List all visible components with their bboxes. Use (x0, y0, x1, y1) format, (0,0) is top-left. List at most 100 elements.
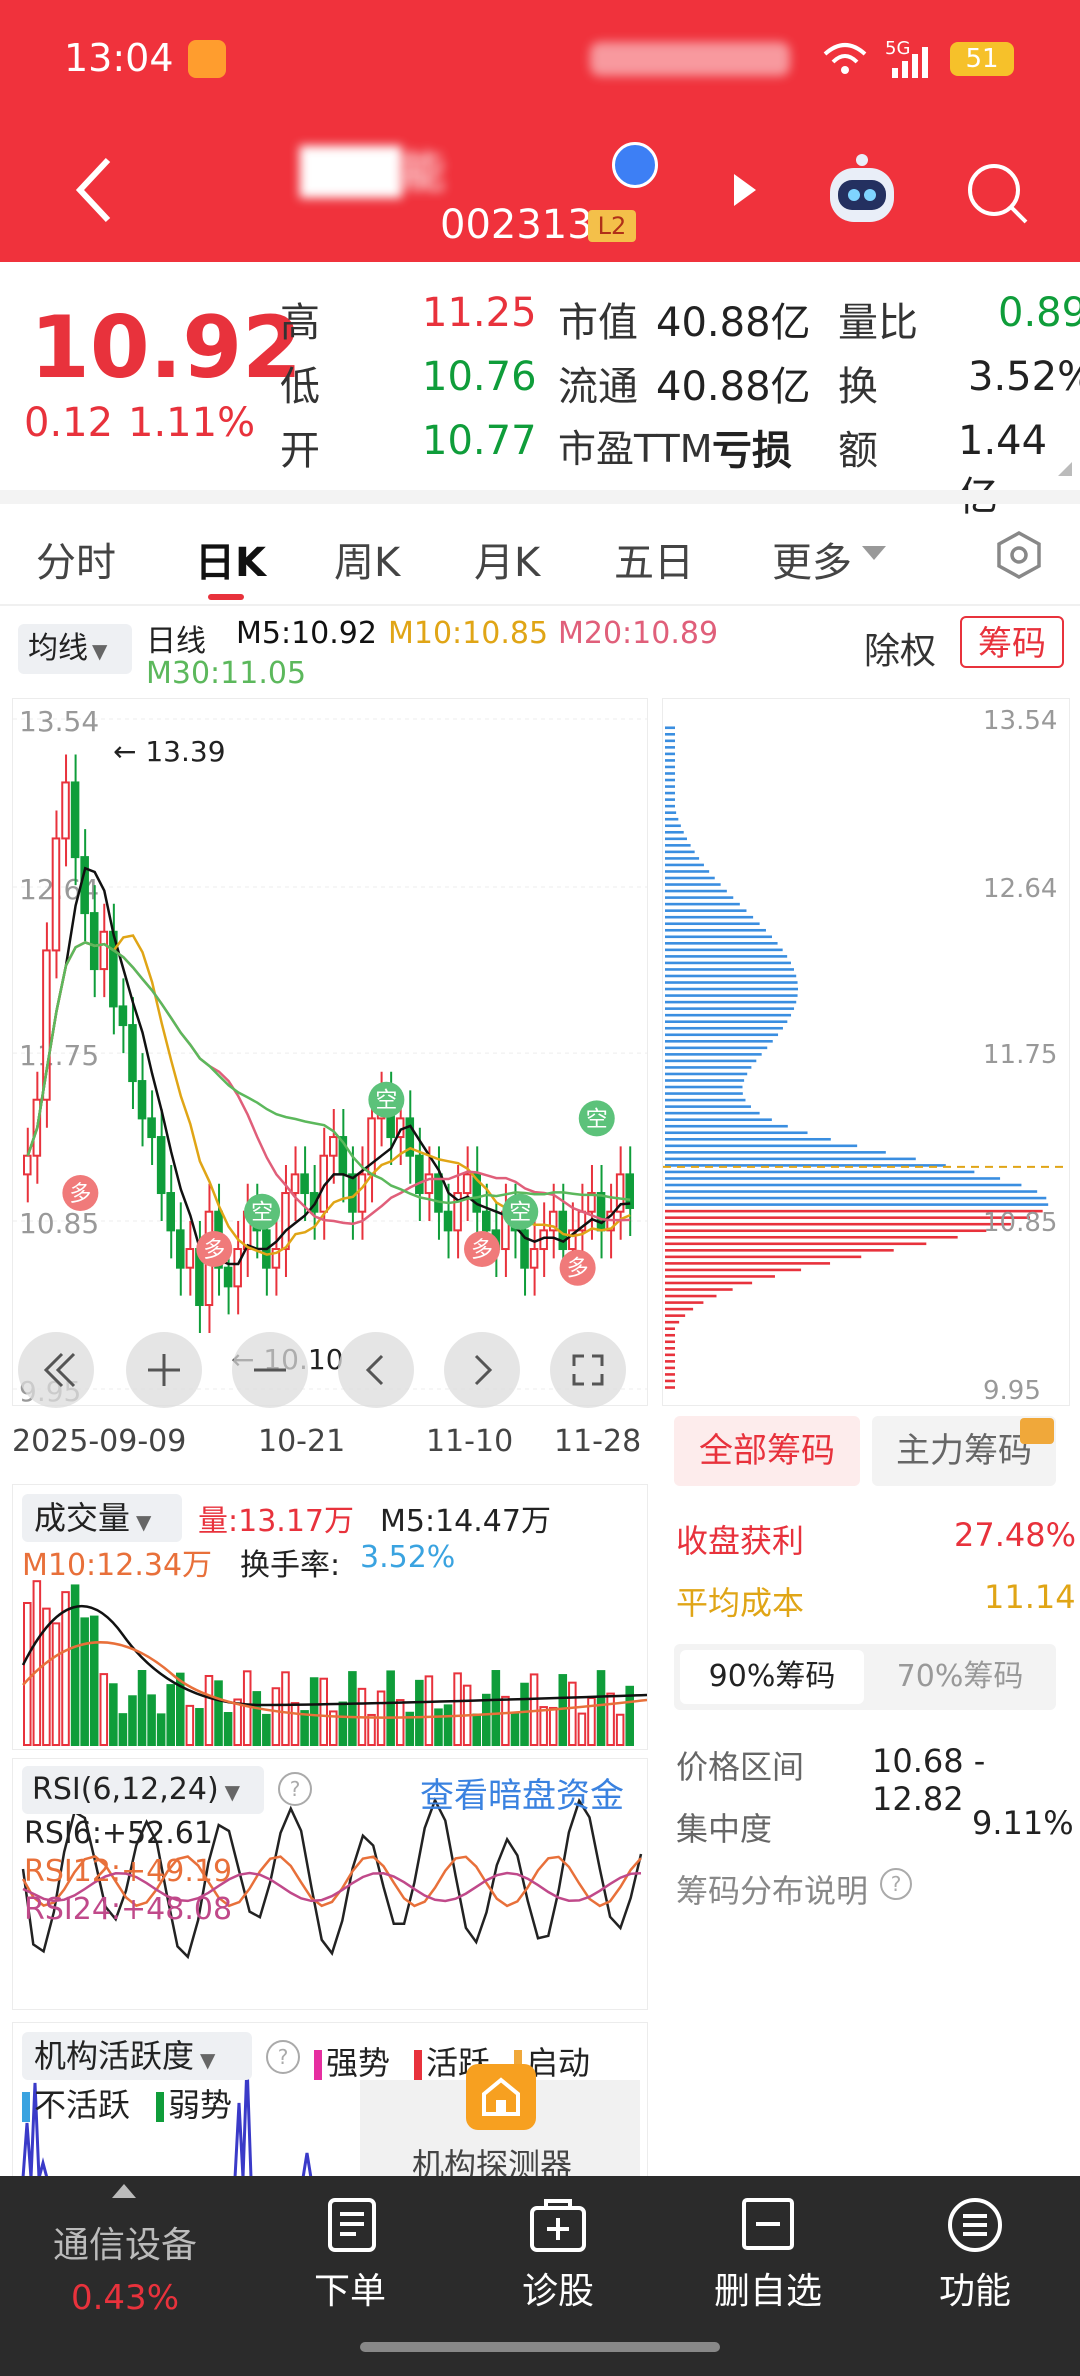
chip-bar (665, 1255, 862, 1259)
more-dropdown-icon (862, 546, 886, 560)
search-icon[interactable] (962, 158, 1032, 228)
lock-icon (1020, 1418, 1054, 1444)
cell-signal-icon (890, 46, 930, 78)
amount-label: 额 (838, 428, 878, 474)
diagnose-icon[interactable] (528, 2196, 588, 2256)
turnover-rate-value: 3.52% (360, 1540, 456, 1575)
order-button[interactable]: 下单 (290, 2262, 410, 2314)
volume-bar (252, 1691, 262, 1747)
chips-panel: 13.54 12.64 11.75 10.85 9.95 (662, 698, 1070, 1406)
back-icon[interactable] (70, 150, 120, 230)
sector-expand-icon[interactable] (112, 2184, 136, 2198)
robot-assistant-icon[interactable] (822, 150, 902, 230)
volume-bar (290, 1702, 300, 1746)
tab-monthly-k[interactable]: 月K (474, 530, 540, 588)
volume-bar (501, 1695, 510, 1746)
scroll-right-button[interactable] (444, 1332, 520, 1408)
kline-y-tick-3: 10.85 (19, 1207, 99, 1240)
chip-bar (665, 974, 797, 978)
chip-bar (665, 1066, 752, 1069)
signal-label: 空 (251, 1201, 273, 1226)
kline-chart[interactable]: 13.5412.6411.7510.859.95← 13.39← 10.10多空… (13, 699, 647, 1408)
zoom-out-far-button[interactable] (18, 1332, 94, 1408)
legend-inactive-swatch (22, 2092, 30, 2122)
signal-label: 空 (586, 1107, 608, 1132)
tab-all-chips[interactable]: 全部筹码 (674, 1416, 860, 1486)
volume-bar (99, 1673, 109, 1746)
inst-dropdown-icon: ▼ (200, 2048, 216, 2072)
chip-bar (665, 994, 798, 997)
legend-weak-swatch (156, 2092, 164, 2122)
adjust-toggle[interactable]: 除权 (864, 622, 936, 674)
help-icon[interactable]: ? (880, 1868, 912, 1900)
volume-bar (472, 1713, 481, 1747)
remove-watchlist-button[interactable]: 删自选 (698, 2262, 838, 2314)
chips-toggle-button[interactable]: 筹码 (960, 616, 1064, 668)
menu-icon[interactable] (946, 2196, 1004, 2254)
tab-more[interactable]: 更多 (772, 530, 852, 588)
concentration-label: 集中度 (676, 1810, 773, 1848)
inst-help-icon[interactable]: ? (266, 2040, 300, 2074)
inst-indicator-selector[interactable]: 机构活跃度 ▼ (22, 2032, 252, 2080)
remove-watchlist-icon[interactable] (740, 2196, 796, 2252)
open-value: 10.77 (422, 418, 537, 464)
dark-pool-link[interactable]: 查看暗盘资金 (420, 1768, 624, 1817)
chip-bar (665, 935, 772, 939)
signal-label: 多 (203, 1238, 225, 1263)
chip-bar (665, 772, 675, 775)
next-stock-icon[interactable] (730, 170, 760, 210)
volume-value: 量:13.17万 (198, 1504, 354, 1539)
diagnose-button[interactable]: 诊股 (498, 2262, 618, 2314)
legend-weak-label: 弱势 (168, 2086, 233, 2124)
tab-70-chips[interactable]: 70%筹码 (870, 1650, 1050, 1704)
detector-icon[interactable] (466, 2064, 536, 2130)
candle (70, 781, 80, 859)
ma5-line (26, 866, 631, 1266)
volume-title: 成交量 (34, 1499, 131, 1537)
expand-corner-icon[interactable] (1058, 462, 1072, 476)
candle (223, 1266, 233, 1288)
fullscreen-button[interactable] (550, 1332, 626, 1408)
tab-intraday[interactable]: 分时 (36, 530, 116, 588)
chip-bar (665, 732, 675, 736)
kline-y-tick-2: 11.75 (19, 1039, 99, 1072)
volume-bar (482, 1693, 491, 1746)
scroll-left-button[interactable] (338, 1332, 414, 1408)
chip-bar (665, 1177, 1001, 1180)
chip-bar (665, 1353, 675, 1357)
pe-value: 亏损 (712, 428, 792, 474)
chips-help-link[interactable]: 筹码分布说明 (676, 1866, 868, 1912)
tab-90-chips[interactable]: 90%筹码 (680, 1650, 864, 1704)
chip-bar (665, 1203, 1049, 1206)
chip-bar (665, 961, 791, 965)
tab-daily-k[interactable]: 日K (195, 530, 266, 588)
ma-selector[interactable]: 均线 ▼ (18, 624, 132, 674)
signal-label: 空 (509, 1201, 531, 1226)
volume-indicator-selector[interactable]: 成交量 ▼ (22, 1494, 182, 1542)
chip-bar (665, 1229, 987, 1233)
chip-bar (665, 876, 715, 880)
rsi-help-icon[interactable]: ? (278, 1772, 312, 1806)
avgcost-value: 11.14 (984, 1578, 1076, 1616)
zoom-in-button[interactable] (126, 1332, 202, 1408)
chip-bar (665, 824, 681, 828)
function-button[interactable]: 功能 (915, 2262, 1035, 2314)
chip-bar (665, 1333, 675, 1337)
chip-bar (665, 746, 675, 749)
candle (147, 1117, 156, 1139)
tab-five-day[interactable]: 五日 (614, 530, 694, 588)
order-icon[interactable] (326, 2196, 380, 2256)
sector-name[interactable]: 通信设备 (40, 2216, 210, 2268)
rsi-indicator-selector[interactable]: RSI(6,12,24) ▼ (22, 1766, 264, 1814)
candle (415, 1154, 424, 1195)
chip-bar (665, 948, 783, 952)
zoom-out-button[interactable] (232, 1332, 308, 1408)
turnover-value: 3.52% (968, 354, 1080, 400)
candle (118, 1005, 128, 1027)
tab-weekly-k[interactable]: 周K (334, 530, 400, 588)
chip-bar (665, 759, 675, 762)
settings-hex-icon[interactable] (994, 530, 1044, 580)
chips-y-tick-3: 10.85 (983, 1208, 1057, 1238)
volume-bar (32, 1580, 42, 1746)
chip-bar (665, 1307, 694, 1311)
